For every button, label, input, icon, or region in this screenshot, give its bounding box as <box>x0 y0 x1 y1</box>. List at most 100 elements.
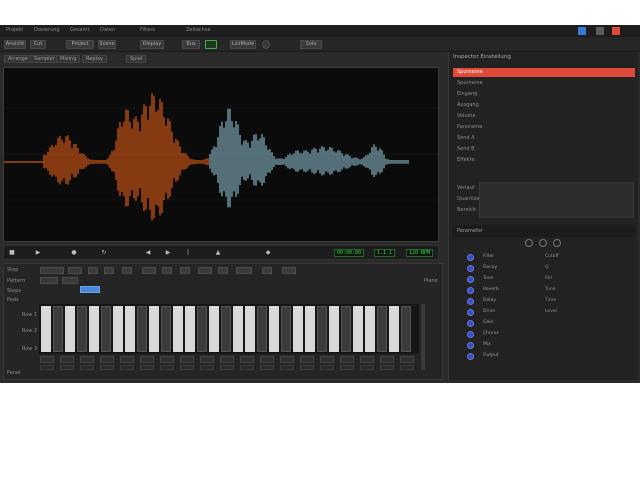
pad[interactable] <box>209 306 219 352</box>
velocity-cell[interactable] <box>160 365 174 370</box>
pad[interactable] <box>113 306 123 352</box>
editor-button[interactable] <box>40 277 58 284</box>
velocity-cell[interactable] <box>180 365 194 370</box>
step-cell[interactable] <box>180 356 194 363</box>
forward-icon[interactable]: ▶ <box>164 249 172 257</box>
toolbar-button-bus[interactable]: Bus <box>182 40 200 49</box>
editor-button[interactable] <box>282 267 296 274</box>
pad[interactable] <box>173 306 183 352</box>
toolbar-button-solo[interactable]: Solo <box>300 40 322 49</box>
stop-icon[interactable]: ■ <box>8 249 16 257</box>
pad[interactable] <box>329 306 339 352</box>
control-knob-icon[interactable] <box>467 254 474 261</box>
editor-button[interactable] <box>40 267 64 274</box>
pad[interactable] <box>365 306 375 352</box>
control-knob-icon[interactable] <box>467 320 474 327</box>
toolbar-knob-icon[interactable] <box>262 40 270 49</box>
inspector-row[interactable]: Panorama <box>453 123 635 132</box>
inspector-row-selected[interactable]: Spurname <box>453 68 635 77</box>
inspector-row[interactable]: Quantize <box>453 195 635 204</box>
inspector-row[interactable]: Ausgang <box>453 101 635 110</box>
pad[interactable] <box>317 306 327 352</box>
editor-button[interactable] <box>180 267 190 274</box>
step-cell[interactable] <box>360 356 374 363</box>
control-knob-icon[interactable] <box>467 287 474 294</box>
velocity-cell[interactable] <box>380 365 394 370</box>
inspector-row[interactable]: Send A <box>453 134 635 143</box>
control-knob-icon[interactable] <box>467 342 474 349</box>
record-icon[interactable]: ● <box>70 249 78 257</box>
pad[interactable] <box>53 306 63 352</box>
step-cell[interactable] <box>140 356 154 363</box>
editor-button[interactable] <box>262 267 272 274</box>
pad[interactable] <box>305 306 315 352</box>
step-cell[interactable] <box>280 356 294 363</box>
velocity-cell[interactable] <box>260 365 274 370</box>
step-cell[interactable] <box>400 356 414 363</box>
rewind-icon[interactable]: ◀ <box>144 249 152 257</box>
pad[interactable] <box>221 306 231 352</box>
velocity-cell[interactable] <box>280 365 294 370</box>
control-knob-icon[interactable] <box>467 265 474 272</box>
control-knob-icon[interactable] <box>467 276 474 283</box>
pad[interactable] <box>41 306 51 352</box>
inspector-row[interactable]: Effekte <box>453 156 635 165</box>
step-cell[interactable] <box>240 356 254 363</box>
toolbar-toggle-green[interactable] <box>205 40 217 49</box>
editor-button[interactable] <box>104 267 114 274</box>
pad[interactable] <box>353 306 363 352</box>
editor-button[interactable] <box>88 267 98 274</box>
editor-button[interactable] <box>68 267 82 274</box>
editor-selected-button[interactable] <box>80 286 100 293</box>
pad[interactable] <box>269 306 279 352</box>
metronome-icon[interactable]: ▲ <box>214 249 222 257</box>
control-knob-icon[interactable] <box>467 298 474 305</box>
velocity-cell[interactable] <box>240 365 254 370</box>
pad[interactable] <box>65 306 75 352</box>
tab-spiel[interactable]: Spiel <box>126 55 147 63</box>
editor-button[interactable] <box>198 267 212 274</box>
pad[interactable] <box>185 306 195 352</box>
step-cell[interactable] <box>300 356 314 363</box>
toolbar-button-display[interactable]: Display <box>140 40 164 49</box>
toolbar-button-scene[interactable]: Scene <box>98 40 116 49</box>
inspector-row[interactable]: Verlauf <box>453 184 635 193</box>
inspector-row[interactable]: Eingang <box>453 90 635 99</box>
pad[interactable] <box>125 306 135 352</box>
inspector-row[interactable]: Bereich <box>453 206 635 215</box>
pad[interactable] <box>257 306 267 352</box>
menu-item-projekt[interactable]: Projekt <box>6 27 23 33</box>
control-knob-icon[interactable] <box>467 309 474 316</box>
menu-item-daten[interactable]: Daten <box>100 27 115 33</box>
menu-item-gesamt[interactable]: Gesamt <box>70 27 89 33</box>
pad[interactable] <box>149 306 159 352</box>
menu-item-dosierung[interactable]: Dosierung <box>34 27 60 33</box>
toolbar-button-listmode[interactable]: ListMode <box>230 40 256 49</box>
loop-icon[interactable]: ↻ <box>100 249 108 257</box>
tab-sampler[interactable]: Sampler <box>30 55 59 63</box>
step-cell[interactable] <box>320 356 334 363</box>
velocity-cell[interactable] <box>40 365 54 370</box>
menu-item-filters[interactable]: Filters <box>140 27 155 33</box>
waveform-display[interactable] <box>3 67 439 242</box>
pad[interactable] <box>137 306 147 352</box>
editor-button[interactable] <box>236 267 252 274</box>
step-cell[interactable] <box>120 356 134 363</box>
section-toggle-icon[interactable] <box>539 239 547 247</box>
editor-button[interactable] <box>62 277 78 284</box>
pad[interactable] <box>161 306 171 352</box>
maximize-icon[interactable] <box>596 27 604 35</box>
velocity-cell[interactable] <box>300 365 314 370</box>
step-cell[interactable] <box>200 356 214 363</box>
marker-icon[interactable]: | <box>184 249 192 257</box>
step-cell[interactable] <box>40 356 54 363</box>
step-grid[interactable] <box>39 304 419 354</box>
velocity-cell[interactable] <box>360 365 374 370</box>
pad[interactable] <box>245 306 255 352</box>
step-cell[interactable] <box>220 356 234 363</box>
inspector-row[interactable]: Send B <box>453 145 635 154</box>
velocity-cell[interactable] <box>100 365 114 370</box>
pad[interactable] <box>197 306 207 352</box>
step-cell[interactable] <box>380 356 394 363</box>
punch-icon[interactable]: ◆ <box>264 249 272 257</box>
